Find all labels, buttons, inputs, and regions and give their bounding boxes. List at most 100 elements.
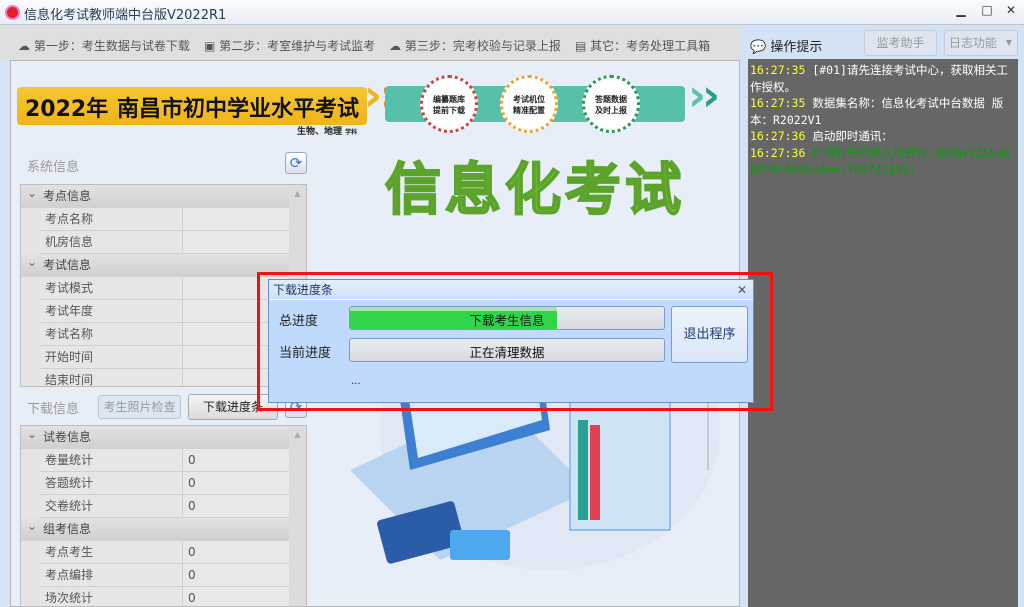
row-key: 考试年度	[39, 300, 183, 322]
table-row[interactable]: 交卷统计 0	[39, 495, 306, 518]
subjects: 生物、地理	[297, 127, 343, 137]
log-time: 16:27:35	[750, 96, 806, 110]
maximize-button[interactable]: □	[978, 3, 996, 21]
log-entry: 16:27:36 启动即时通讯：	[750, 128, 1016, 145]
group-header[interactable]: 试卷信息	[21, 426, 306, 449]
exam-assistant-button[interactable]: 监考助手	[864, 30, 937, 56]
total-progress-bar: 下载考生信息	[349, 306, 665, 330]
toolbox-icon: ▤	[575, 39, 587, 53]
row-value: 0	[183, 472, 306, 494]
row-key: 考点编排	[39, 564, 183, 586]
group-header[interactable]: 考点信息	[21, 185, 306, 208]
table-row[interactable]: 考点编排 0	[39, 564, 306, 587]
log-function-label: 日志功能	[949, 36, 998, 50]
log-entry: 16:27:35 数据集名称：信息化考试中台数据 版本：R2022V1	[750, 95, 1016, 128]
log-time: 16:27:36	[750, 129, 806, 143]
banner-circle-2: 考试机位 精准配置	[500, 75, 558, 133]
app-icon	[5, 5, 20, 20]
group-label: 组考信息	[43, 522, 92, 536]
log-entry: 16:27:35 [#01]请先连接考试中心，获取相关工作授权。	[750, 62, 1016, 95]
operation-tips-header: 💬 操作提示	[750, 36, 822, 55]
row-key: 场次统计	[39, 587, 183, 606]
banner-exam-name: 南昌市初中学业水平考试	[117, 97, 360, 122]
download-progress-dialog: 下载进度条 ✕ 总进度 下载考生信息 当前进度 正在清理数据 退出程序 ...	[268, 279, 754, 403]
total-progress-label: 总进度	[279, 314, 319, 329]
row-key: 考点名称	[39, 208, 183, 230]
title-bar: 信息化考试教师端中台版V2022R1 ▁ □ ✕	[0, 0, 1024, 25]
group-label: 试卷信息	[43, 430, 92, 444]
group-label: 考试信息	[43, 258, 92, 272]
row-key: 考点考生	[39, 541, 183, 563]
window-title: 信息化考试教师端中台版V2022R1	[24, 8, 227, 23]
step1-label: 第一步：考生数据与试卷下载	[33, 39, 190, 53]
operation-tips-title: 操作提示	[770, 40, 823, 55]
row-value: 0	[183, 495, 306, 517]
banner-year: 2022年	[25, 97, 109, 122]
minimize-button[interactable]: ▁	[952, 3, 970, 21]
log-time: 16:27:36	[750, 145, 806, 160]
group-label: 考点信息	[43, 189, 92, 203]
row-value	[183, 231, 306, 253]
log-message: 启动即时通讯：	[812, 129, 893, 143]
total-progress-text: 下载考生信息	[469, 313, 545, 328]
tools-label: 其它：考务处理工具箱	[590, 39, 711, 53]
row-key: 结束时间	[39, 369, 183, 386]
table-row[interactable]: 场次统计 0	[39, 587, 306, 606]
step3-button[interactable]: ☁ 第三步：完考校验与记录上报	[389, 37, 561, 54]
row-key: 考试模式	[39, 277, 183, 299]
tools-button[interactable]: ▤ 其它：考务处理工具箱	[575, 37, 710, 54]
row-key: 考试名称	[39, 323, 183, 345]
row-value	[183, 208, 306, 230]
row-key: 开始时间	[39, 346, 183, 368]
banner-subjects: 生物、地理 学科	[297, 124, 357, 137]
scrollbar[interactable]: ▲	[289, 426, 306, 606]
download-info-grid: 试卷信息 卷量统计0 答题统计0 交卷统计0 组考信息 考点考生0 考点编排0 …	[20, 425, 307, 607]
row-key: 交卷统计	[39, 495, 183, 517]
chat-bubble-icon: 💬	[750, 40, 767, 55]
close-button[interactable]: ✕	[1002, 3, 1020, 21]
row-key: 卷量统计	[39, 449, 183, 471]
photo-check-button[interactable]: 考生照片检查	[98, 395, 181, 419]
toolbar: ☁ 第一步：考生数据与试卷下载 ▣ 第二步：考室维护与考试监考 ☁ 第三步：完考…	[0, 26, 740, 60]
refresh-icon[interactable]: ⟳	[285, 152, 307, 174]
chevron-icon: ›	[702, 70, 721, 121]
table-row[interactable]: 答题统计 0	[39, 472, 306, 495]
row-key: 答题统计	[39, 472, 183, 494]
step3-label: 第三步：完考校验与记录上报	[404, 39, 561, 53]
system-info-title: 系统信息	[27, 160, 80, 175]
exam-banner: 2022年 南昌市初中学业水平考试	[17, 87, 367, 125]
current-progress-bar: 正在清理数据	[349, 338, 665, 362]
row-key: 机房信息	[39, 231, 183, 253]
cloud-download-icon: ☁	[18, 39, 30, 53]
log-entry: 16:27:36 检测到已经插入加密狗:9K8hrYZ5bm6EQn0/68GS…	[750, 145, 1016, 178]
current-progress-label: 当前进度	[279, 346, 332, 361]
group-header[interactable]: 组考信息	[21, 515, 306, 541]
table-row[interactable]: 机房信息	[39, 231, 306, 254]
cloud-upload-icon: ☁	[389, 39, 401, 53]
close-icon[interactable]: ✕	[737, 280, 747, 300]
big-title: 信息化考试	[384, 157, 685, 224]
banner-circle-3: 答题数据 及时上报	[582, 75, 640, 133]
log-function-dropdown[interactable]: 日志功能 ▼	[944, 30, 1018, 56]
monitor-icon: ▣	[204, 39, 216, 53]
step2-button[interactable]: ▣ 第二步：考室维护与考试监考	[204, 37, 375, 54]
subjects-suffix: 学科	[345, 129, 358, 136]
step2-label: 第二步：考室维护与考试监考	[219, 39, 376, 53]
status-text: ...	[351, 376, 361, 387]
dialog-title-bar[interactable]: 下载进度条 ✕	[269, 280, 753, 300]
table-row[interactable]: 考点名称	[39, 208, 306, 231]
log-output[interactable]: 16:27:35 [#01]请先连接考试中心，获取相关工作授权。 16:27:3…	[748, 59, 1018, 607]
table-row[interactable]: 卷量统计 0	[39, 449, 306, 472]
table-row[interactable]: 考点考生 0	[39, 541, 306, 564]
dialog-title: 下载进度条	[273, 283, 334, 297]
row-value: 0	[183, 449, 306, 471]
row-value: 0	[183, 541, 306, 563]
step1-button[interactable]: ☁ 第一步：考生数据与试卷下载	[18, 37, 190, 54]
exit-program-button[interactable]: 退出程序	[671, 306, 748, 363]
download-info-title: 下载信息	[27, 402, 80, 417]
banner-circle-1: 编纂题库 提前下载	[420, 75, 478, 133]
row-value: 0	[183, 564, 306, 586]
row-value: 0	[183, 587, 306, 606]
log-time: 16:27:35	[750, 63, 806, 77]
dropdown-arrow-icon: ▼	[1005, 38, 1012, 47]
